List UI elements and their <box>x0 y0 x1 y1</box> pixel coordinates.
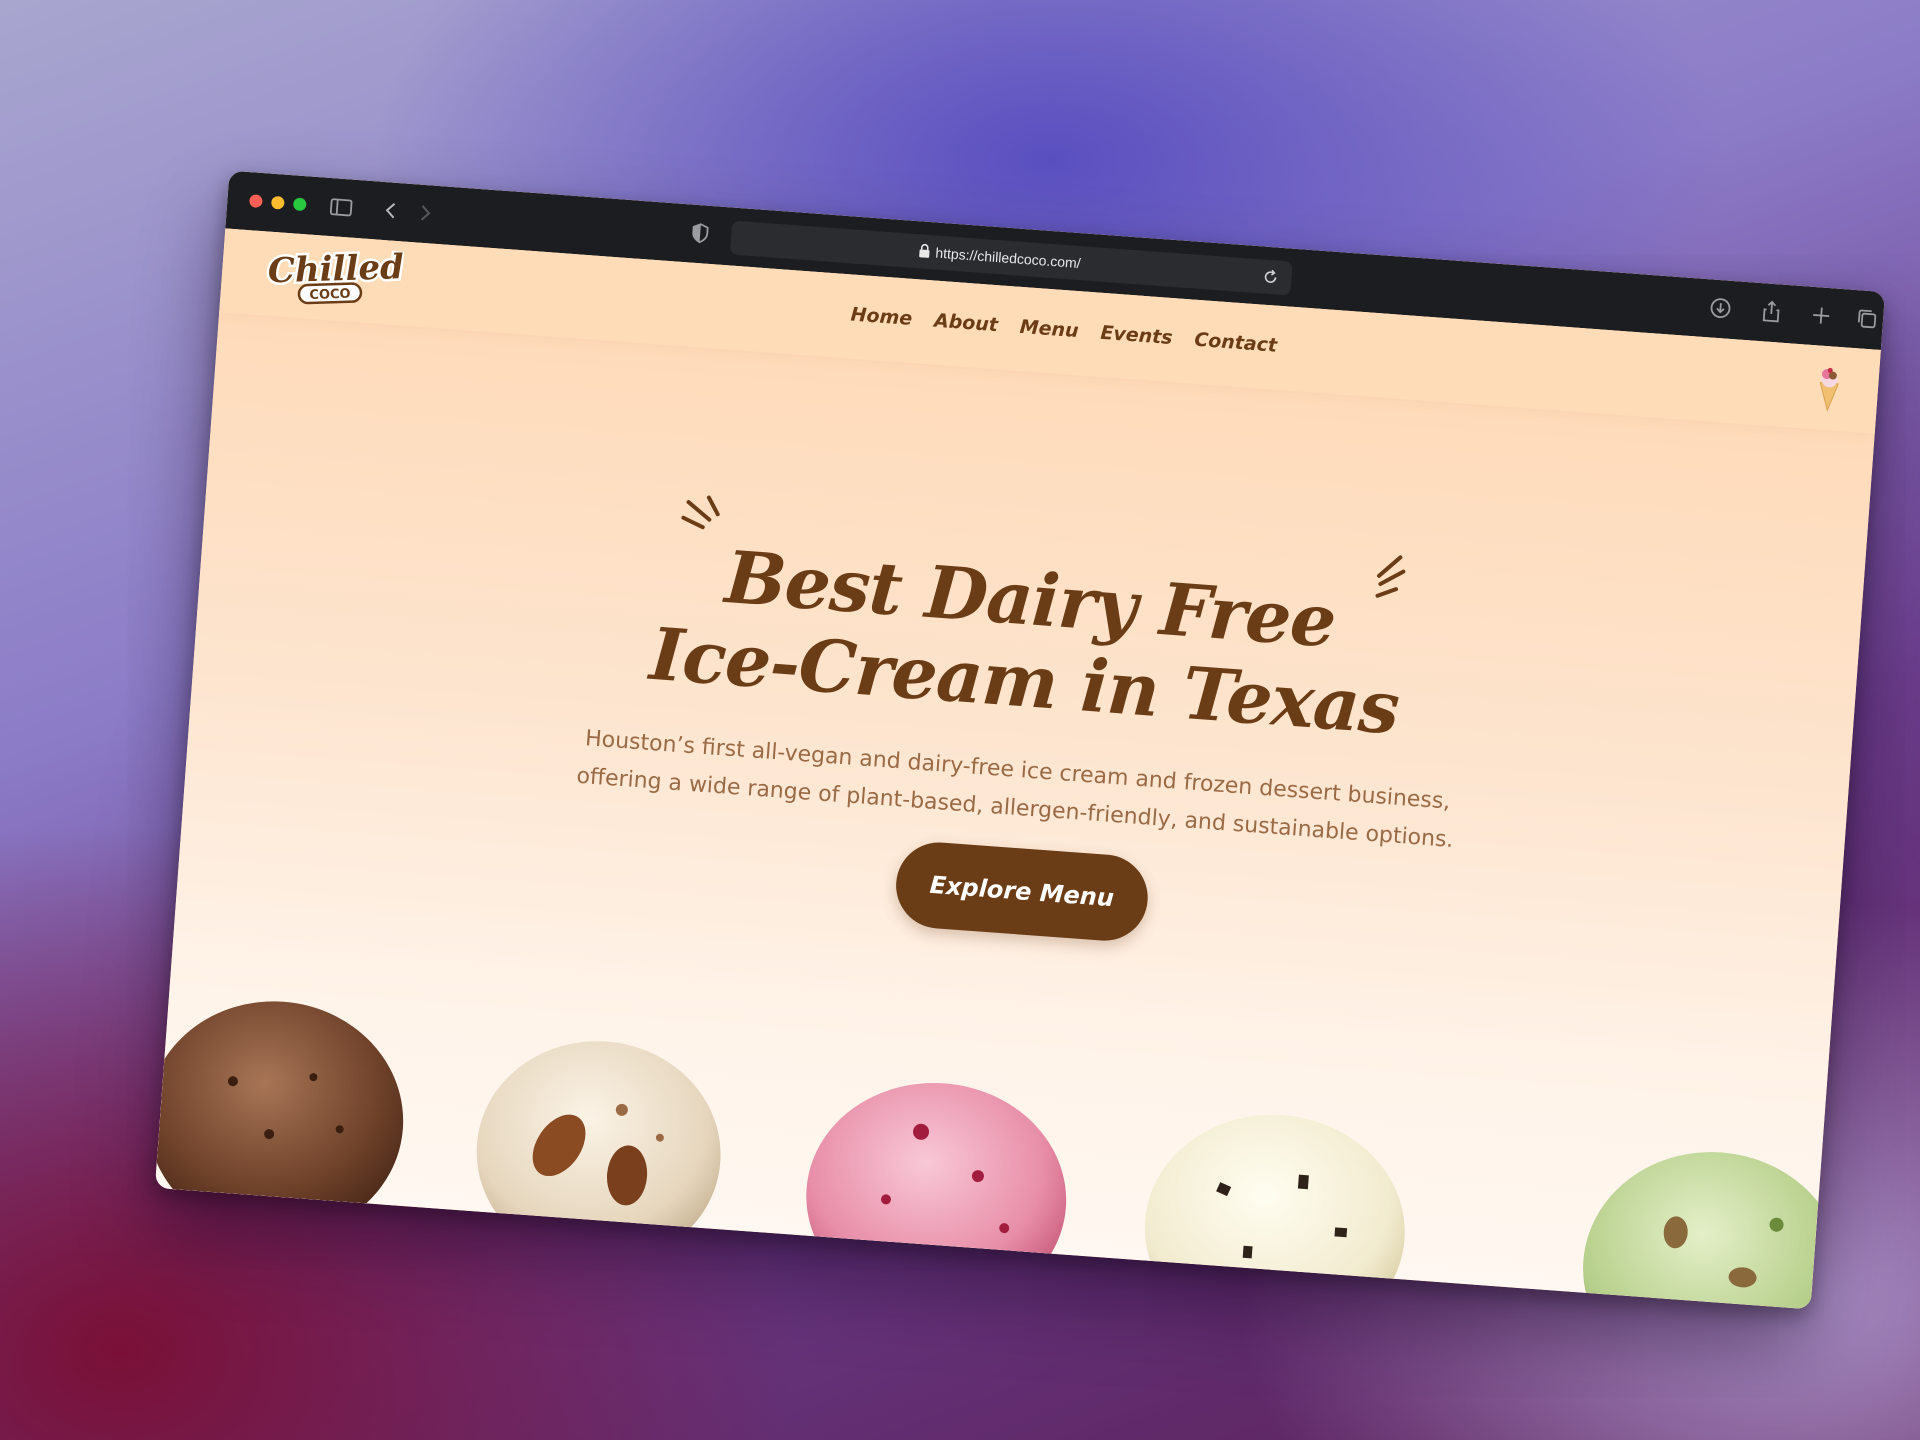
scoop-cookies-and-cream <box>1144 1114 1405 1310</box>
main-navigation: Home About Menu Events Contact <box>850 303 1278 356</box>
ice-cream-cone-icon[interactable] <box>1814 365 1843 413</box>
minimize-window-button[interactable] <box>270 195 285 210</box>
new-tab-icon[interactable] <box>1806 301 1836 331</box>
scoop-chocolate <box>154 1001 404 1238</box>
sidebar-icon[interactable] <box>326 192 356 222</box>
lock-icon <box>919 243 930 258</box>
zoom-window-button[interactable] <box>292 197 307 212</box>
scoop-butter-pecan <box>476 1041 721 1266</box>
scoop-strawberry <box>806 1083 1067 1310</box>
share-icon[interactable] <box>1756 297 1786 327</box>
nav-link-events[interactable]: Events <box>1100 322 1174 349</box>
scoop-pistachio <box>1583 1152 1830 1310</box>
web-page: Chilled COCO Home About Menu Events Cont… <box>154 228 1881 1310</box>
tabs-overview-icon[interactable] <box>1852 304 1882 334</box>
nav-link-menu[interactable]: Menu <box>1019 316 1079 342</box>
browser-window: https://chilledcoco.com/ Chilled COCO Ho… <box>154 170 1886 1310</box>
download-icon[interactable] <box>1706 293 1736 323</box>
url-text: https://chilledcoco.com/ <box>934 244 1082 272</box>
site-logo[interactable]: Chilled COCO <box>260 241 404 315</box>
nav-link-about[interactable]: About <box>933 310 998 337</box>
back-icon[interactable] <box>376 196 406 226</box>
shield-icon[interactable] <box>685 218 715 248</box>
forward-icon[interactable] <box>410 198 440 228</box>
reload-icon[interactable] <box>1261 267 1280 286</box>
logo-coco-text: COCO <box>309 287 351 303</box>
nav-link-home[interactable]: Home <box>850 303 913 329</box>
ice-cream-scoops-row <box>154 1001 1830 1310</box>
explore-menu-button[interactable]: Explore Menu <box>893 839 1151 944</box>
nav-link-contact[interactable]: Contact <box>1194 329 1278 357</box>
close-window-button[interactable] <box>248 194 263 209</box>
